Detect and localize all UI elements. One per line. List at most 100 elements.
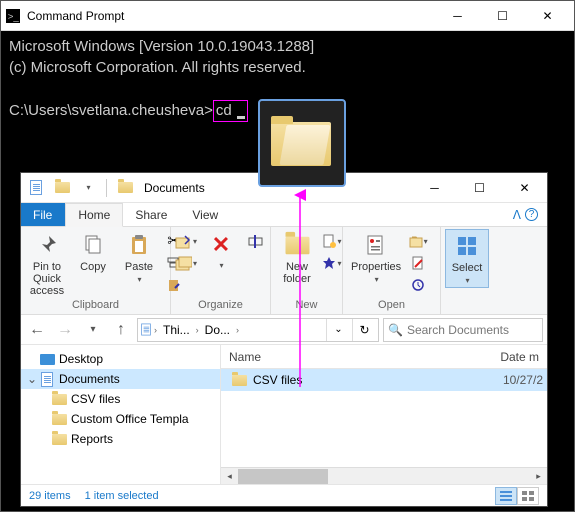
copy-to-button[interactable]: ▾: [175, 253, 197, 273]
column-headers: Name Date m: [221, 345, 547, 369]
cmd-titlebar[interactable]: >_ Command Prompt ─ ☐ ✕: [1, 1, 574, 31]
copy-icon: [79, 231, 107, 259]
separator: [106, 179, 107, 197]
ribbon-collapse-icon[interactable]: ᐱ ?: [505, 203, 547, 226]
ribbon: Pin to Quick access Copy Paste▾ ✂ Clipbo…: [21, 227, 547, 315]
select-icon: [453, 232, 481, 260]
delete-icon: ✕: [207, 231, 235, 259]
address-dropdown-icon[interactable]: ⌄: [326, 318, 350, 342]
minimize-button[interactable]: ─: [412, 173, 457, 202]
copy-button[interactable]: Copy: [71, 229, 115, 275]
status-selection: 1 item selected: [85, 490, 159, 502]
maximize-button[interactable]: ☐: [457, 173, 502, 202]
group-label-organize: Organize: [175, 299, 266, 312]
document-icon: [39, 371, 55, 387]
edit-button[interactable]: [407, 253, 429, 273]
breadcrumb-segment[interactable]: Do...: [201, 323, 234, 337]
search-box[interactable]: 🔍 Search Documents: [383, 318, 543, 342]
desktop-icon: [39, 351, 55, 367]
tree-item-desktop[interactable]: Desktop: [21, 349, 220, 369]
scroll-left-icon[interactable]: ◂: [221, 468, 238, 485]
search-icon: 🔍: [388, 323, 403, 337]
cmd-icon: >_: [5, 8, 21, 24]
chevron-right-icon[interactable]: ›: [236, 325, 239, 335]
tree-item-templates[interactable]: Custom Office Templa: [21, 409, 220, 429]
navigation-pane[interactable]: Desktop ⌄Documents CSV files Custom Offi…: [21, 345, 221, 484]
cmd-input-highlight: cd: [213, 100, 248, 122]
column-name[interactable]: Name: [221, 350, 492, 364]
search-placeholder: Search Documents: [407, 323, 509, 337]
folder-icon: [114, 177, 136, 199]
explorer-window: ▾ Documents ─ ☐ ✕ File Home Share View ᐱ…: [20, 172, 548, 507]
scrollbar-thumb[interactable]: [238, 469, 328, 484]
tree-item-reports[interactable]: Reports: [21, 429, 220, 449]
close-button[interactable]: ✕: [502, 173, 547, 202]
tree-item-csv-files[interactable]: CSV files: [21, 389, 220, 409]
file-row[interactable]: CSV files 10/27/2: [221, 369, 547, 391]
status-bar: 29 items 1 item selected: [21, 484, 547, 507]
tab-view[interactable]: View: [180, 203, 231, 226]
paste-icon: [125, 231, 153, 259]
file-list[interactable]: CSV files 10/27/2: [221, 369, 547, 467]
cmd-prompt: C:\Users\svetlana.cheusheva>: [9, 102, 213, 119]
close-button[interactable]: ✕: [525, 1, 570, 30]
address-bar-row: ← → ▾ ↑ › Thi... › Do... › ⌄ ↻ 🔍 Search …: [21, 315, 547, 345]
file-list-pane: Name Date m CSV files 10/27/2 ◂ ▸: [221, 345, 547, 484]
tab-home[interactable]: Home: [65, 203, 123, 227]
folder-icon: [51, 411, 67, 427]
rename-button[interactable]: [245, 231, 267, 251]
properties-button[interactable]: Properties▾: [347, 229, 405, 286]
cmd-title: Command Prompt: [27, 9, 435, 23]
file-name: CSV files: [253, 373, 503, 387]
recent-locations-button[interactable]: ▾: [81, 318, 105, 342]
properties-icon: [362, 231, 390, 259]
cursor: [237, 116, 245, 119]
tab-file[interactable]: File: [21, 203, 65, 226]
ribbon-tabs: File Home Share View ᐱ ?: [21, 203, 547, 227]
collapse-icon[interactable]: ⌄: [27, 372, 37, 386]
breadcrumb-segment[interactable]: Thi...: [159, 323, 194, 337]
back-button[interactable]: ←: [25, 318, 49, 342]
svg-text:>_: >_: [8, 11, 20, 22]
tab-share[interactable]: Share: [123, 203, 180, 226]
group-label-new: New: [275, 299, 338, 312]
forward-button[interactable]: →: [53, 318, 77, 342]
up-button[interactable]: ↑: [109, 318, 133, 342]
select-button[interactable]: Select▾: [445, 229, 489, 288]
easy-access-button[interactable]: ▾: [321, 253, 343, 273]
chevron-right-icon[interactable]: ›: [196, 325, 199, 335]
details-view-button[interactable]: [495, 487, 517, 505]
properties-qat-icon[interactable]: [25, 177, 47, 199]
new-folder-qat-icon[interactable]: [51, 177, 73, 199]
group-label-clipboard: Clipboard: [25, 299, 166, 312]
open-button[interactable]: ▾: [407, 231, 429, 251]
chevron-right-icon[interactable]: ›: [154, 325, 157, 335]
new-item-button[interactable]: ▾: [321, 231, 343, 251]
horizontal-scrollbar[interactable]: ◂ ▸: [221, 467, 547, 484]
cmd-line: (c) Microsoft Corporation. All rights re…: [9, 59, 306, 76]
column-date[interactable]: Date m: [492, 350, 547, 364]
refresh-button[interactable]: ↻: [352, 318, 376, 342]
folder-icon: [231, 372, 247, 388]
pin-icon: [33, 231, 61, 259]
cmd-line: Microsoft Windows [Version 10.0.19043.12…: [9, 38, 314, 55]
address-bar[interactable]: › Thi... › Do... › ⌄ ↻: [137, 318, 379, 342]
pin-to-quick-access-button[interactable]: Pin to Quick access: [25, 229, 69, 299]
tree-item-documents[interactable]: ⌄Documents: [21, 369, 220, 389]
qat-dropdown-icon[interactable]: ▾: [77, 177, 99, 199]
maximize-button[interactable]: ☐: [480, 1, 525, 30]
quick-access-toolbar: ▾: [21, 177, 140, 199]
status-item-count: 29 items: [29, 490, 71, 502]
history-button[interactable]: [407, 275, 429, 295]
folder-icon: [51, 391, 67, 407]
paste-button[interactable]: Paste▾: [117, 229, 161, 286]
group-label-open: Open: [347, 299, 436, 312]
file-date: 10/27/2: [503, 373, 547, 387]
delete-button[interactable]: ✕▾: [199, 229, 243, 272]
large-icons-view-button[interactable]: [517, 487, 539, 505]
scroll-right-icon[interactable]: ▸: [530, 468, 547, 485]
move-to-button[interactable]: ▾: [175, 231, 197, 251]
folder-icon: [140, 322, 152, 337]
minimize-button[interactable]: ─: [435, 1, 480, 30]
folder-icon: [51, 431, 67, 447]
